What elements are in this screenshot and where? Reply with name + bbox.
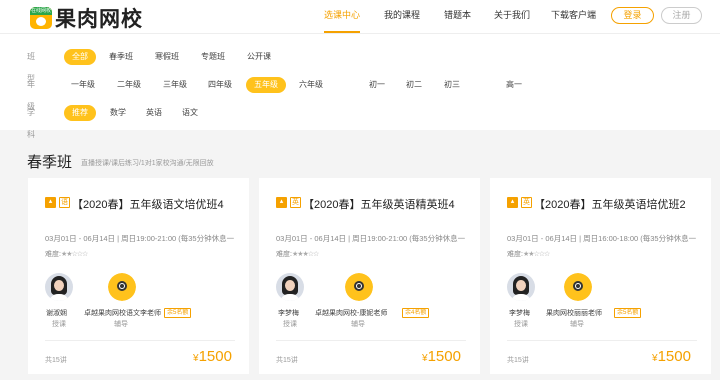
course-card[interactable]: ▴ 英 【2020春】五年级英语精英班4 03月01日 - 06月14日 | 周…: [259, 178, 480, 374]
filter-option-all[interactable]: 全部: [64, 49, 96, 65]
filter-option-junior2[interactable]: 初二: [399, 77, 429, 93]
lesson-count: 共15讲: [276, 357, 298, 364]
teacher-name: 李梦梅: [509, 310, 530, 317]
filter-option-grade1[interactable]: 一年级: [66, 77, 100, 93]
course-difficulty: 难度:★★☆☆☆: [45, 249, 88, 259]
filter-option-recommended[interactable]: 推荐: [64, 105, 96, 121]
tutor-name: 果肉网校丽丽老师: [546, 310, 602, 317]
subject-tag: 英: [290, 197, 301, 208]
course-card[interactable]: ▴ 语 【2020春】五年级语文培优班4 03月01日 - 06月14日 | 周…: [28, 178, 249, 374]
card-divider: [45, 340, 235, 341]
logo-text: 果肉网校: [55, 7, 143, 31]
filter-option-grade3[interactable]: 三年级: [158, 77, 192, 93]
card-divider: [276, 340, 466, 341]
course-price: ¥1500: [422, 348, 461, 365]
course-price: ¥1500: [193, 348, 232, 365]
difficulty-stars-icon: ★★☆☆☆: [522, 251, 550, 258]
logo[interactable]: 在线网校 果肉网校: [30, 3, 143, 33]
teacher-role: 授课: [52, 321, 66, 328]
teacher-name: 谢淑娴: [46, 310, 67, 317]
teacher-avatar: [276, 273, 304, 301]
teacher-role: 授课: [514, 321, 528, 328]
course-card[interactable]: ▴ 英 【2020春】五年级英语培优班2 03月01日 - 06月14日 | 周…: [490, 178, 711, 374]
course-difficulty: 难度:★★★☆☆: [276, 249, 319, 259]
logo-face-shape: [36, 17, 46, 26]
lesson-count: 共15讲: [45, 357, 67, 364]
filter-option-english[interactable]: 英语: [140, 105, 168, 121]
register-button[interactable]: 注册: [661, 7, 702, 24]
filter-option-chinese[interactable]: 语文: [176, 105, 204, 121]
tutor-role: 辅导: [351, 321, 365, 328]
tutor-role: 辅导: [114, 321, 128, 328]
course-schedule: 03月01日 - 06月14日 | 周日16:00-18:00 (每35分钟休息…: [507, 234, 697, 243]
difficulty-stars-icon: ★★★☆☆: [291, 251, 319, 258]
tutor-avatar: [108, 273, 136, 301]
lesson-count: 共15讲: [507, 357, 529, 364]
nav-mistake-book[interactable]: 错题本: [444, 0, 471, 33]
nav-about-us[interactable]: 关于我们: [494, 0, 530, 33]
filter-panel: 班型 全部 春季班 寒假班 专题班 公开课 年级 一年级 二年级 三年级 四年级…: [0, 33, 720, 139]
filter-option-grade6[interactable]: 六年级: [294, 77, 328, 93]
course-price: ¥1500: [652, 348, 691, 365]
filter-option-math[interactable]: 数学: [104, 105, 132, 121]
tutor-role: 辅导: [570, 321, 584, 328]
difficulty-label: 难度:: [507, 251, 523, 258]
teacher-name: 李梦梅: [278, 310, 299, 317]
subject-tag: 英: [521, 197, 532, 208]
seats-badge: 余5名额: [614, 308, 642, 318]
login-button[interactable]: 登录: [611, 7, 654, 24]
course-schedule: 03月01日 - 06月14日 | 周日19:00-21:00 (每35分钟休息…: [276, 234, 466, 243]
hot-icon: ▴: [276, 197, 287, 208]
price-value: 1500: [427, 348, 461, 365]
difficulty-stars-icon: ★★☆☆☆: [60, 251, 88, 258]
course-schedule: 03月01日 - 06月14日 | 周日19:00-21:00 (每35分钟休息…: [45, 234, 235, 243]
teacher-avatar: [507, 273, 535, 301]
difficulty-label: 难度:: [276, 251, 292, 258]
tutor-avatar: [564, 273, 592, 301]
teacher-role: 授课: [283, 321, 297, 328]
tutor-name: 卓越果肉网校-康妮老师: [315, 310, 388, 317]
nav-my-courses[interactable]: 我的课程: [384, 0, 420, 33]
teacher-avatar: [45, 273, 73, 301]
hot-icon: ▴: [45, 197, 56, 208]
filter-option-topic[interactable]: 专题班: [196, 49, 230, 65]
filter-option-junior1[interactable]: 初一: [362, 77, 392, 93]
card-divider: [507, 340, 697, 341]
filter-option-junior3[interactable]: 初三: [437, 77, 467, 93]
top-header: 在线网校 果肉网校 选课中心 我的课程 错题本 关于我们 下载客户端 登录 注册: [0, 0, 720, 33]
filter-option-grade5[interactable]: 五年级: [246, 77, 286, 93]
price-value: 1500: [657, 348, 691, 365]
course-title[interactable]: 【2020春】五年级英语精英班4: [303, 196, 455, 212]
filter-option-grade4[interactable]: 四年级: [203, 77, 237, 93]
course-title[interactable]: 【2020春】五年级英语培优班2: [534, 196, 686, 212]
course-title[interactable]: 【2020春】五年级语文培优班4: [72, 196, 224, 212]
section-subtitle: 直播授课/课后练习/1对1家校沟通/无限回放: [81, 160, 214, 167]
price-value: 1500: [198, 348, 232, 365]
filter-option-spring[interactable]: 春季班: [104, 49, 138, 65]
tutor-avatar: [345, 273, 373, 301]
nav-course-center[interactable]: 选课中心: [324, 0, 361, 33]
course-difficulty: 难度:★★☆☆☆: [507, 249, 550, 259]
subject-tag: 语: [59, 197, 70, 208]
logo-badge-icon: 在线网校: [30, 7, 52, 29]
tutor-name: 卓越果肉网校语文李老师: [84, 310, 161, 317]
filter-label-subject: 学科: [27, 108, 35, 139]
filter-option-winter[interactable]: 寒假班: [150, 49, 184, 65]
seats-badge: 余4名额: [402, 308, 430, 318]
hot-icon: ▴: [507, 197, 518, 208]
nav-download-client[interactable]: 下载客户端: [551, 0, 596, 33]
filter-option-public[interactable]: 公开课: [242, 49, 276, 65]
logo-badge-text: 在线网校: [30, 7, 52, 15]
filter-option-grade2[interactable]: 二年级: [112, 77, 146, 93]
seats-badge: 余5名额: [164, 308, 192, 318]
difficulty-label: 难度:: [45, 251, 61, 258]
section-title: 春季班: [27, 154, 73, 171]
filter-option-senior1[interactable]: 高一: [499, 77, 529, 93]
